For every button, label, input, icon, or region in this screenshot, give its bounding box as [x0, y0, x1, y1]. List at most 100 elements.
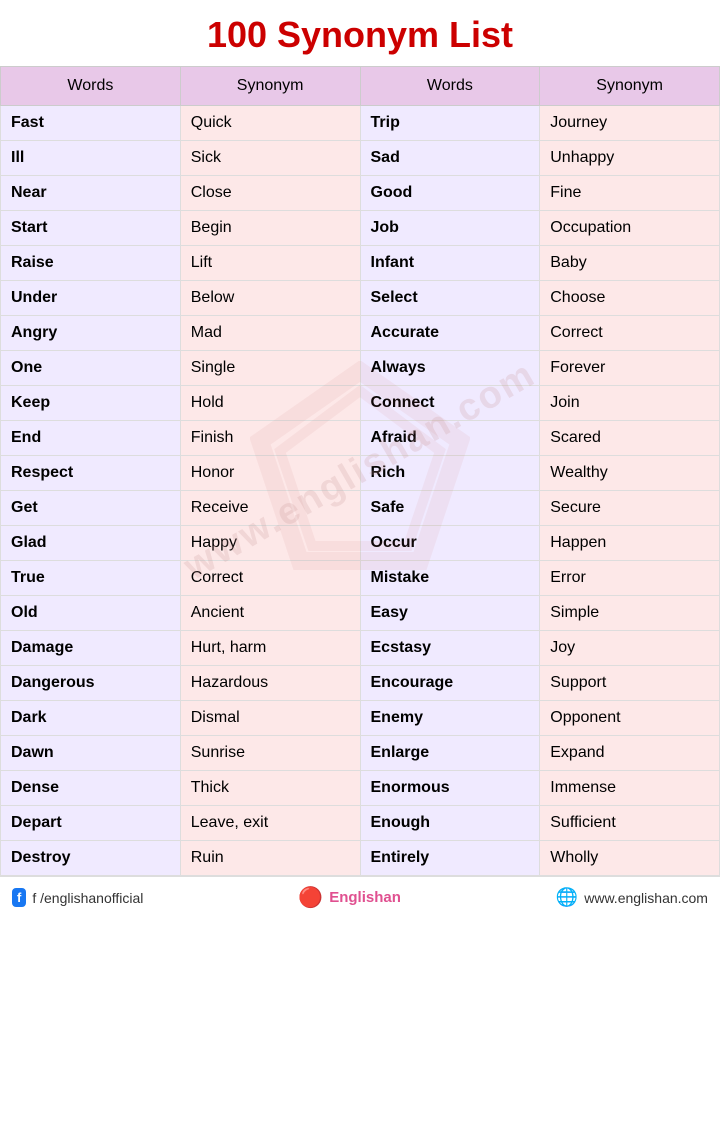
- synonym-cell: Finish: [180, 421, 360, 456]
- brand-icon: 🔴: [298, 885, 323, 910]
- table-row: GetReceiveSafeSecure: [1, 491, 720, 526]
- synonym-cell: Sunrise: [180, 736, 360, 771]
- synonym-cell: Happen: [540, 526, 720, 561]
- synonym-cell: Forever: [540, 351, 720, 386]
- table-row: KeepHoldConnectJoin: [1, 386, 720, 421]
- synonym-cell: Scared: [540, 421, 720, 456]
- synonym-cell: Immense: [540, 771, 720, 806]
- synonym-cell: Single: [180, 351, 360, 386]
- table-row: NearCloseGoodFine: [1, 176, 720, 211]
- word-cell: Occur: [360, 526, 540, 561]
- footer: f f /englishanofficial 🔴 Englishan 🌐 www…: [0, 876, 720, 918]
- table-row: RaiseLiftInfantBaby: [1, 246, 720, 281]
- word-cell: Afraid: [360, 421, 540, 456]
- globe-icon: 🌐: [556, 887, 578, 908]
- word-cell: Sad: [360, 141, 540, 176]
- synonym-cell: Fine: [540, 176, 720, 211]
- word-cell: Ecstasy: [360, 631, 540, 666]
- word-cell: Keep: [1, 386, 181, 421]
- synonym-cell: Simple: [540, 596, 720, 631]
- word-cell: Safe: [360, 491, 540, 526]
- table-row: DamageHurt, harmEcstasyJoy: [1, 631, 720, 666]
- header-col3: Words: [360, 67, 540, 106]
- table-row: UnderBelowSelectChoose: [1, 281, 720, 316]
- word-cell: Rich: [360, 456, 540, 491]
- table-row: GladHappyOccurHappen: [1, 526, 720, 561]
- footer-brand: 🔴 Englishan: [298, 885, 401, 910]
- word-cell: Enlarge: [360, 736, 540, 771]
- word-cell: Ill: [1, 141, 181, 176]
- word-cell: Trip: [360, 106, 540, 141]
- word-cell: Dawn: [1, 736, 181, 771]
- table-row: StartBeginJobOccupation: [1, 211, 720, 246]
- synonym-cell: Wholly: [540, 841, 720, 876]
- word-cell: Enemy: [360, 701, 540, 736]
- table-row: IllSickSadUnhappy: [1, 141, 720, 176]
- header-col1: Words: [1, 67, 181, 106]
- table-row: TrueCorrectMistakeError: [1, 561, 720, 596]
- word-cell: Fast: [1, 106, 181, 141]
- word-cell: One: [1, 351, 181, 386]
- brand-name: Englishan: [329, 889, 401, 906]
- synonym-cell: Error: [540, 561, 720, 596]
- word-cell: True: [1, 561, 181, 596]
- synonym-cell: Mad: [180, 316, 360, 351]
- table-row: OldAncientEasySimple: [1, 596, 720, 631]
- word-cell: End: [1, 421, 181, 456]
- synonym-table: Words Synonym Words Synonym FastQuickTri…: [0, 66, 720, 876]
- table-row: OneSingleAlwaysForever: [1, 351, 720, 386]
- synonym-cell: Quick: [180, 106, 360, 141]
- synonym-cell: Secure: [540, 491, 720, 526]
- word-cell: Get: [1, 491, 181, 526]
- word-cell: Raise: [1, 246, 181, 281]
- word-cell: Glad: [1, 526, 181, 561]
- table-row: DawnSunriseEnlargeExpand: [1, 736, 720, 771]
- synonym-cell: Sick: [180, 141, 360, 176]
- word-cell: Job: [360, 211, 540, 246]
- word-cell: Accurate: [360, 316, 540, 351]
- table-row: DangerousHazardousEncourageSupport: [1, 666, 720, 701]
- synonym-cell: Unhappy: [540, 141, 720, 176]
- synonym-cell: Hold: [180, 386, 360, 421]
- word-cell: Enough: [360, 806, 540, 841]
- synonym-cell: Joy: [540, 631, 720, 666]
- word-cell: Select: [360, 281, 540, 316]
- synonym-cell: Begin: [180, 211, 360, 246]
- synonym-cell: Sufficient: [540, 806, 720, 841]
- word-cell: Start: [1, 211, 181, 246]
- synonym-cell: Leave, exit: [180, 806, 360, 841]
- word-cell: Always: [360, 351, 540, 386]
- synonym-cell: Honor: [180, 456, 360, 491]
- header-col2: Synonym: [180, 67, 360, 106]
- synonym-cell: Occupation: [540, 211, 720, 246]
- table-row: AngryMadAccurateCorrect: [1, 316, 720, 351]
- synonym-cell: Join: [540, 386, 720, 421]
- table-row: DestroyRuinEntirelyWholly: [1, 841, 720, 876]
- word-cell: Encourage: [360, 666, 540, 701]
- synonym-cell: Journey: [540, 106, 720, 141]
- word-cell: Dangerous: [1, 666, 181, 701]
- word-cell: Old: [1, 596, 181, 631]
- word-cell: Entirely: [360, 841, 540, 876]
- synonym-cell: Choose: [540, 281, 720, 316]
- table-header-row: Words Synonym Words Synonym: [1, 67, 720, 106]
- word-cell: Dark: [1, 701, 181, 736]
- synonym-table-container: www.englishan.com Words Synonym Words Sy…: [0, 66, 720, 876]
- word-cell: Under: [1, 281, 181, 316]
- synonym-cell: Correct: [540, 316, 720, 351]
- word-cell: Good: [360, 176, 540, 211]
- synonym-cell: Ancient: [180, 596, 360, 631]
- word-cell: Near: [1, 176, 181, 211]
- synonym-cell: Lift: [180, 246, 360, 281]
- synonym-cell: Support: [540, 666, 720, 701]
- synonym-cell: Opponent: [540, 701, 720, 736]
- website-url: www.englishan.com: [584, 890, 708, 906]
- table-row: DepartLeave, exitEnoughSufficient: [1, 806, 720, 841]
- synonym-cell: Ruin: [180, 841, 360, 876]
- table-row: EndFinishAfraidScared: [1, 421, 720, 456]
- synonym-cell: Hazardous: [180, 666, 360, 701]
- word-cell: Destroy: [1, 841, 181, 876]
- synonym-cell: Baby: [540, 246, 720, 281]
- word-cell: Connect: [360, 386, 540, 421]
- word-cell: Respect: [1, 456, 181, 491]
